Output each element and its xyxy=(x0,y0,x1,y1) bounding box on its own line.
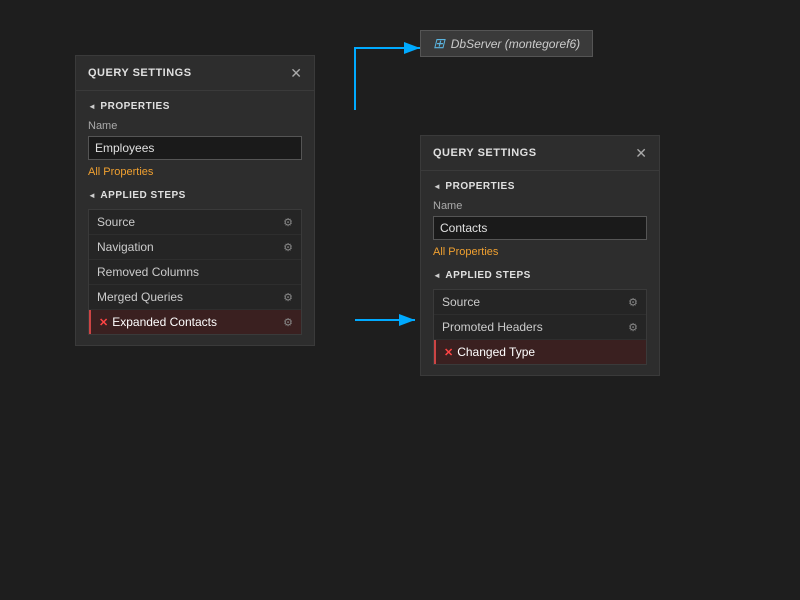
step-name: Navigation xyxy=(97,240,154,254)
applied-steps-label-2: APPLIED STEPS xyxy=(445,270,530,281)
error-x-icon: ✕ xyxy=(444,346,453,359)
name-label-2: Name xyxy=(433,200,647,212)
panel-employees: QUERY SETTINGS ✕ ◄ PROPERTIES Name All P… xyxy=(75,55,315,346)
gear-icon[interactable]: ⚙ xyxy=(283,291,293,304)
gear-icon[interactable]: ⚙ xyxy=(628,321,638,334)
applied-steps-section-employees: ◄ APPLIED STEPS Source ⚙ Navigation ⚙ Remove… xyxy=(88,190,302,335)
panel-employees-close[interactable]: ✕ xyxy=(290,66,302,80)
db-server-label: DbServer (montegoref6) xyxy=(451,37,580,51)
name-input-employees[interactable] xyxy=(88,136,302,160)
error-x-icon: ✕ xyxy=(99,316,108,329)
step-name: Expanded Contacts xyxy=(112,315,217,329)
step-item[interactable]: Source ⚙ xyxy=(89,210,301,235)
applied-steps-arrow-icon: ◄ xyxy=(88,191,96,200)
step-left: Promoted Headers xyxy=(442,320,543,334)
step-right: ⚙ xyxy=(283,241,293,254)
gear-icon[interactable]: ⚙ xyxy=(628,296,638,309)
step-right: ⚙ xyxy=(283,316,293,329)
step-right: ⚙ xyxy=(628,321,638,334)
panel-contacts-body: ◄ PROPERTIES Name All Properties ◄ APPLI… xyxy=(421,171,659,375)
step-item[interactable]: ✕ Expanded Contacts ⚙ xyxy=(89,310,301,334)
applied-steps-label: APPLIED STEPS xyxy=(100,190,185,201)
properties-label: PROPERTIES xyxy=(100,101,169,112)
steps-list-employees: Source ⚙ Navigation ⚙ Removed Columns Merged … xyxy=(88,209,302,335)
step-name: Merged Queries xyxy=(97,290,183,304)
applied-steps-arrow-icon-2: ◄ xyxy=(433,271,441,280)
db-icon: ⊞ xyxy=(433,35,445,52)
all-properties-link-employees[interactable]: All Properties xyxy=(88,166,302,178)
panel-employees-title: QUERY SETTINGS xyxy=(88,67,192,79)
panel-employees-header: QUERY SETTINGS ✕ xyxy=(76,56,314,91)
properties-section-header: ◄ PROPERTIES xyxy=(88,101,302,112)
panel-contacts-title: QUERY SETTINGS xyxy=(433,147,537,159)
applied-steps-header: ◄ APPLIED STEPS xyxy=(88,190,302,201)
name-input-contacts[interactable] xyxy=(433,216,647,240)
gear-icon[interactable]: ⚙ xyxy=(283,316,293,329)
step-left: Merged Queries xyxy=(97,290,183,304)
steps-list-contacts: Source ⚙ Promoted Headers ⚙ ✕ Changed Type xyxy=(433,289,647,365)
step-left: Removed Columns xyxy=(97,265,199,279)
step-left: Source xyxy=(442,295,480,309)
step-left: Navigation xyxy=(97,240,154,254)
step-item[interactable]: Promoted Headers ⚙ xyxy=(434,315,646,340)
step-right: ⚙ xyxy=(628,296,638,309)
step-item[interactable]: Navigation ⚙ xyxy=(89,235,301,260)
panel-contacts: QUERY SETTINGS ✕ ◄ PROPERTIES Name All P… xyxy=(420,135,660,376)
step-name: Promoted Headers xyxy=(442,320,543,334)
properties-label-2: PROPERTIES xyxy=(445,181,514,192)
name-label: Name xyxy=(88,120,302,132)
step-right: ⚙ xyxy=(283,216,293,229)
properties-section-header-2: ◄ PROPERTIES xyxy=(433,181,647,192)
step-item[interactable]: Merged Queries ⚙ xyxy=(89,285,301,310)
gear-icon[interactable]: ⚙ xyxy=(283,216,293,229)
step-item[interactable]: ✕ Changed Type xyxy=(434,340,646,364)
step-name: Source xyxy=(442,295,480,309)
all-properties-link-contacts[interactable]: All Properties xyxy=(433,246,647,258)
properties-arrow-icon-2: ◄ xyxy=(433,182,441,191)
panel-employees-body: ◄ PROPERTIES Name All Properties ◄ APPLI… xyxy=(76,91,314,345)
gear-icon[interactable]: ⚙ xyxy=(283,241,293,254)
step-name: Source xyxy=(97,215,135,229)
applied-steps-header-2: ◄ APPLIED STEPS xyxy=(433,270,647,281)
step-right: ⚙ xyxy=(283,291,293,304)
applied-steps-section-contacts: ◄ APPLIED STEPS Source ⚙ Promoted Headers ⚙… xyxy=(433,270,647,365)
step-item[interactable]: Removed Columns xyxy=(89,260,301,285)
db-server-bar: ⊞ DbServer (montegoref6) xyxy=(420,30,593,57)
step-name: Changed Type xyxy=(457,345,535,359)
step-left: ✕ Expanded Contacts xyxy=(99,315,217,329)
step-left: ✕ Changed Type xyxy=(444,345,535,359)
panel-contacts-header: QUERY SETTINGS ✕ xyxy=(421,136,659,171)
panel-contacts-close[interactable]: ✕ xyxy=(635,146,647,160)
step-left: Source xyxy=(97,215,135,229)
properties-arrow-icon: ◄ xyxy=(88,102,96,111)
step-item[interactable]: Source ⚙ xyxy=(434,290,646,315)
step-name: Removed Columns xyxy=(97,265,199,279)
